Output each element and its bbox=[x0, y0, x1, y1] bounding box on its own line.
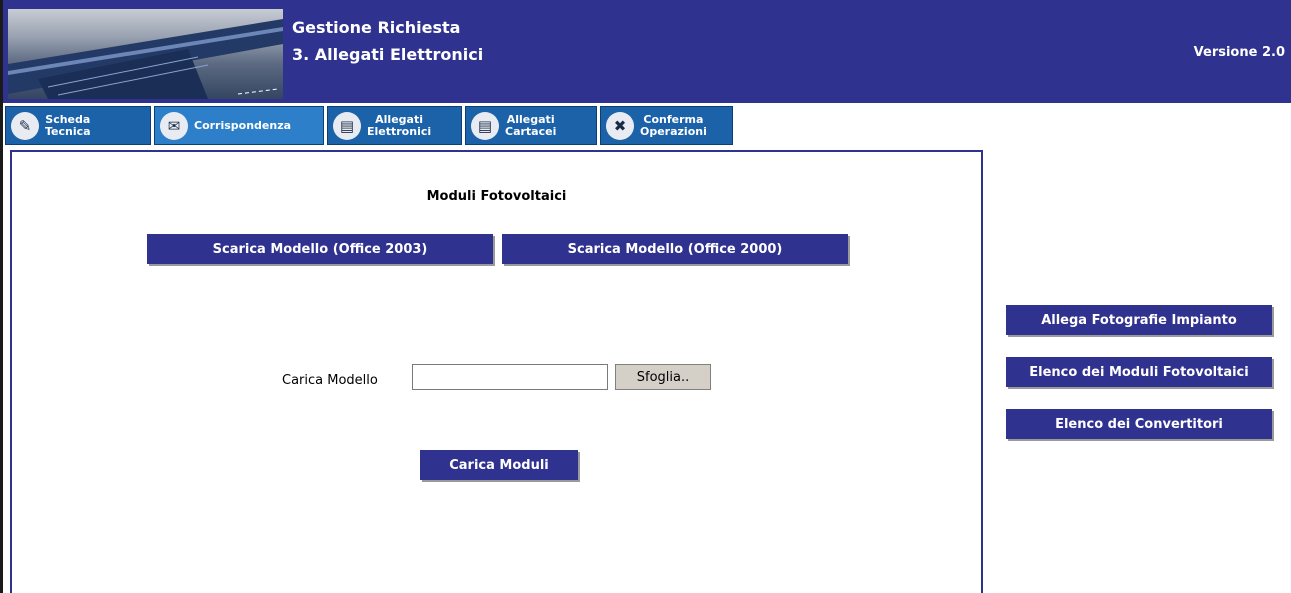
download-template-office-2000-button[interactable]: Scarica Modello (Office 2000) bbox=[502, 234, 848, 264]
attach-plant-photos-button[interactable]: Allega Fotografie Impianto bbox=[1006, 305, 1272, 335]
file-path-input[interactable] bbox=[412, 364, 608, 390]
solar-panels-banner-image bbox=[8, 9, 283, 99]
tab-label: Tecnica bbox=[45, 124, 91, 138]
page-title: Gestione Richiesta bbox=[292, 18, 461, 37]
tab-label: Cartacei bbox=[505, 124, 557, 138]
app-header: Gestione Richiesta 3. Allegati Elettroni… bbox=[3, 0, 1291, 103]
pen-icon: ✎ bbox=[11, 111, 39, 140]
tab-label: Elettronici bbox=[367, 124, 432, 138]
solar-panels-illustration bbox=[8, 19, 283, 99]
envelope-icon: ✉ bbox=[160, 111, 188, 140]
tools-icon: ✖ bbox=[606, 111, 634, 140]
tab-corrispondenza[interactable]: ✉ Corrispondenza bbox=[154, 106, 324, 145]
download-template-office-2003-button[interactable]: Scarica Modello (Office 2003) bbox=[147, 234, 493, 264]
document-icon: ▤ bbox=[333, 111, 361, 140]
tab-label: Corrispondenza bbox=[194, 118, 292, 132]
tab-bar: ✎ Scheda Tecnica ✉ Corrispondenza ▤ Alleg… bbox=[5, 106, 733, 145]
photovoltaic-modules-list-button[interactable]: Elenco dei Moduli Fotovoltaici bbox=[1006, 357, 1272, 387]
upload-modules-button[interactable]: Carica Moduli bbox=[420, 450, 578, 480]
section-title: Moduli Fotovoltaici bbox=[426, 189, 567, 204]
tab-allegati-elettronici[interactable]: ▤ Allegati Elettronici bbox=[327, 106, 462, 145]
browse-button[interactable]: Sfoglia.. bbox=[615, 364, 711, 390]
upload-template-label: Carica Modello bbox=[282, 373, 378, 388]
tab-label: Operazioni bbox=[640, 124, 707, 138]
page-subtitle: 3. Allegati Elettronici bbox=[292, 45, 484, 64]
main-panel: Moduli Fotovoltaici Scarica Modello (Off… bbox=[10, 150, 983, 593]
tab-scheda-tecnica[interactable]: ✎ Scheda Tecnica bbox=[5, 106, 151, 145]
tab-conferma-operazioni[interactable]: ✖ Conferma Operazioni bbox=[600, 106, 733, 145]
version-label: Versione 2.0 bbox=[1193, 45, 1285, 60]
tab-allegati-cartacei[interactable]: ▤ Allegati Cartacei bbox=[465, 106, 597, 145]
document-icon: ▤ bbox=[471, 111, 499, 140]
converters-list-button[interactable]: Elenco dei Convertitori bbox=[1006, 409, 1272, 439]
